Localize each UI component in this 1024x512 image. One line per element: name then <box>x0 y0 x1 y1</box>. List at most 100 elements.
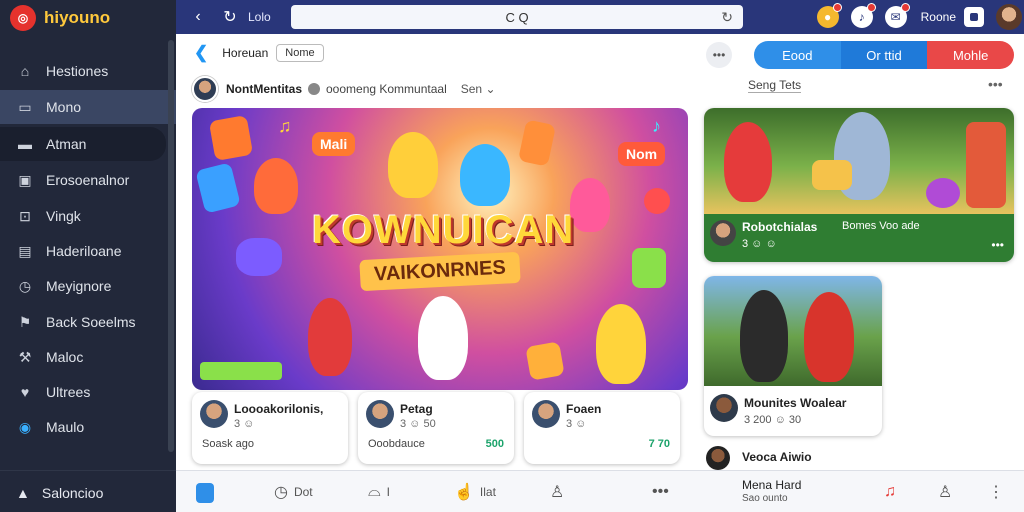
creator-meta: 3 ☺ 50 <box>400 418 436 430</box>
user-name[interactable]: Roone <box>921 10 956 24</box>
sidebar-item-label: Hestiones <box>46 63 109 79</box>
more-icon[interactable]: ••• <box>991 238 1004 252</box>
table-prop <box>812 160 852 190</box>
character-figure <box>254 158 298 214</box>
sidebar-footer-item[interactable]: ▲ Saloncioo <box>0 476 176 510</box>
back-arrow-icon[interactable]: ❮ <box>194 43 208 63</box>
phone-icon <box>195 162 241 214</box>
more-icon[interactable]: ••• <box>988 76 1003 92</box>
bell-icon[interactable]: ♪ <box>850 3 876 28</box>
sidebar-item-favorites[interactable]: ♥ Ultrees <box>0 375 176 409</box>
character-figure <box>596 304 646 384</box>
robot-toy-icon <box>236 238 282 276</box>
sidebar-item-docs[interactable]: ▤ Haderiloane <box>0 234 176 268</box>
tab-trending[interactable]: Or ttid <box>840 41 928 69</box>
bottom-item-like[interactable]: ☝ Ilat <box>454 471 496 512</box>
home-tab-icon[interactable] <box>196 483 214 503</box>
video-card[interactable]: Robotchialas Bomes Voo ade 3 ☺ ☺ ••• <box>704 108 1014 262</box>
bottom-item-title: Mena Hard <box>742 478 802 492</box>
bottom-item-chat[interactable]: ⌓ I <box>368 471 390 512</box>
sidebar-item-globe[interactable]: ◉ Maulo <box>0 410 176 444</box>
right-section-title[interactable]: Seng Tets <box>748 78 802 93</box>
bottom-item-profile[interactable]: ♙ <box>938 471 958 512</box>
back-icon[interactable]: ‹ <box>186 8 210 26</box>
hero-subtitle: VAIKONRNES <box>359 251 521 292</box>
notification-dot <box>866 3 876 12</box>
top-bar: ‹ ↻ Lolo C Q ↻ ● ♪ ✉ Roone <box>176 0 1024 34</box>
home-icon: ⌂ <box>20 63 30 79</box>
sidebar-item-mono[interactable]: ▭ Mono <box>0 90 176 124</box>
reload-icon[interactable]: ↻ <box>721 9 733 26</box>
avatar <box>200 400 228 428</box>
message-icon[interactable]: ✉ <box>884 3 910 28</box>
sidebar-item-history[interactable]: ◷ Meyignore <box>0 269 176 303</box>
bottom-item-add[interactable]: ♙ <box>550 471 570 512</box>
vertical-more-icon: ⋮ <box>988 484 1004 501</box>
user-icon: ▲ <box>16 485 30 501</box>
thumbs-up-icon: ☝ <box>454 484 474 501</box>
tab-feed[interactable]: Eood <box>754 41 841 69</box>
sidebar-item-tools[interactable]: ⚒ Maloc <box>0 340 176 374</box>
tablet-icon <box>525 341 565 381</box>
creator-meta: 3 ☺ <box>234 418 255 430</box>
character-figure <box>740 290 788 382</box>
poster-name[interactable]: NontMentitas <box>226 82 302 96</box>
user-icon: ♙ <box>938 484 953 501</box>
filter-chip[interactable]: Nome <box>276 44 324 62</box>
creator-name: Petag <box>400 402 433 416</box>
video-card[interactable]: Mounites Woalear 3 200 ☺ 30 <box>704 276 882 436</box>
bottom-item-alert[interactable]: ♫ <box>884 471 902 512</box>
bottom-item-subtitle: Sao ounto <box>742 493 788 504</box>
bottom-item-more[interactable]: ••• <box>652 471 675 512</box>
creator-stat: 500 <box>485 438 504 450</box>
more-options-icon[interactable]: ••• <box>706 42 732 68</box>
address-bar[interactable]: C Q ↻ <box>291 5 743 29</box>
bell-icon: ♫ <box>884 483 896 500</box>
bottom-item-label: Dot <box>293 485 313 499</box>
sidebar-item-vingk[interactable]: ⊡ Vingk <box>0 199 176 233</box>
brand-logo[interactable]: ◎ hiyouno <box>0 0 176 36</box>
post-header: NontMentitas ooomeng Kommuntaal Sen ⌄ <box>192 74 692 104</box>
sidebar-item-media[interactable]: ▣ Erosoenalnor <box>0 163 176 197</box>
sidebar-footer-label: Saloncioo <box>41 485 104 501</box>
sidebar-scrollbar[interactable] <box>168 40 174 452</box>
creator-stat: 7 70 <box>648 438 670 450</box>
creator-footer: Ooobdauce <box>368 438 425 450</box>
next-card-teaser[interactable]: Veoca Aiwio <box>704 446 904 472</box>
tab-mobile[interactable]: Mohle <box>927 41 1014 69</box>
music-tile-icon <box>208 115 254 161</box>
avatar[interactable] <box>996 4 1022 30</box>
tag-bubble: Nom <box>618 142 666 166</box>
character-figure <box>804 292 854 382</box>
bottom-item-overflow[interactable]: ⋮ <box>988 471 1010 512</box>
sidebar-item-home[interactable]: ⌂ Hestiones <box>0 54 176 88</box>
refresh-icon[interactable]: ↻ <box>218 7 242 27</box>
hero-image[interactable]: ♫ Mali Nom ♪ KOWNUICAN VAIKONRNES <box>192 108 688 390</box>
wrench-icon: ⚒ <box>18 348 32 365</box>
notification-dot <box>832 3 842 12</box>
window-toggle-button[interactable] <box>964 7 984 27</box>
creator-card[interactable]: Petag 3 ☺ 50 Ooobdauce 500 <box>358 392 514 464</box>
playground-prop <box>966 122 1006 208</box>
creator-card[interactable]: Loooakorilonis, 3 ☺ Soask ago <box>192 392 348 464</box>
music-note-icon: ♫ <box>278 116 292 136</box>
sidebar-item-flags[interactable]: ⚑ Back Soeelms <box>0 305 176 339</box>
character-figure <box>388 132 438 198</box>
sidebar-item-label: Maloc <box>46 349 84 365</box>
teaser-title: Veoca Aiwio <box>742 450 812 464</box>
bottom-item-menu[interactable]: Mena Hard Sao ounto <box>742 471 801 512</box>
poster-avatar[interactable] <box>192 76 218 102</box>
media-icon: ▣ <box>18 171 32 188</box>
character-figure <box>308 298 352 376</box>
creator-card[interactable]: Foaen 3 ☺ 7 70 <box>524 392 680 464</box>
sort-dropdown[interactable]: Sen ⌄ <box>461 82 496 96</box>
sidebar-item-atman[interactable]: ▬ Atman <box>0 127 166 161</box>
bottom-item-dot[interactable]: ◷ Dot <box>274 471 313 512</box>
clock-icon: ◷ <box>18 277 32 294</box>
breadcrumb[interactable]: Horeuan <box>222 46 268 60</box>
group-name[interactable]: ooomeng Kommuntaal <box>326 82 447 96</box>
sidebar-item-label: Maulo <box>46 419 85 435</box>
avatar <box>532 400 560 428</box>
group-icon <box>308 83 320 95</box>
coin-icon[interactable]: ● <box>816 3 842 28</box>
